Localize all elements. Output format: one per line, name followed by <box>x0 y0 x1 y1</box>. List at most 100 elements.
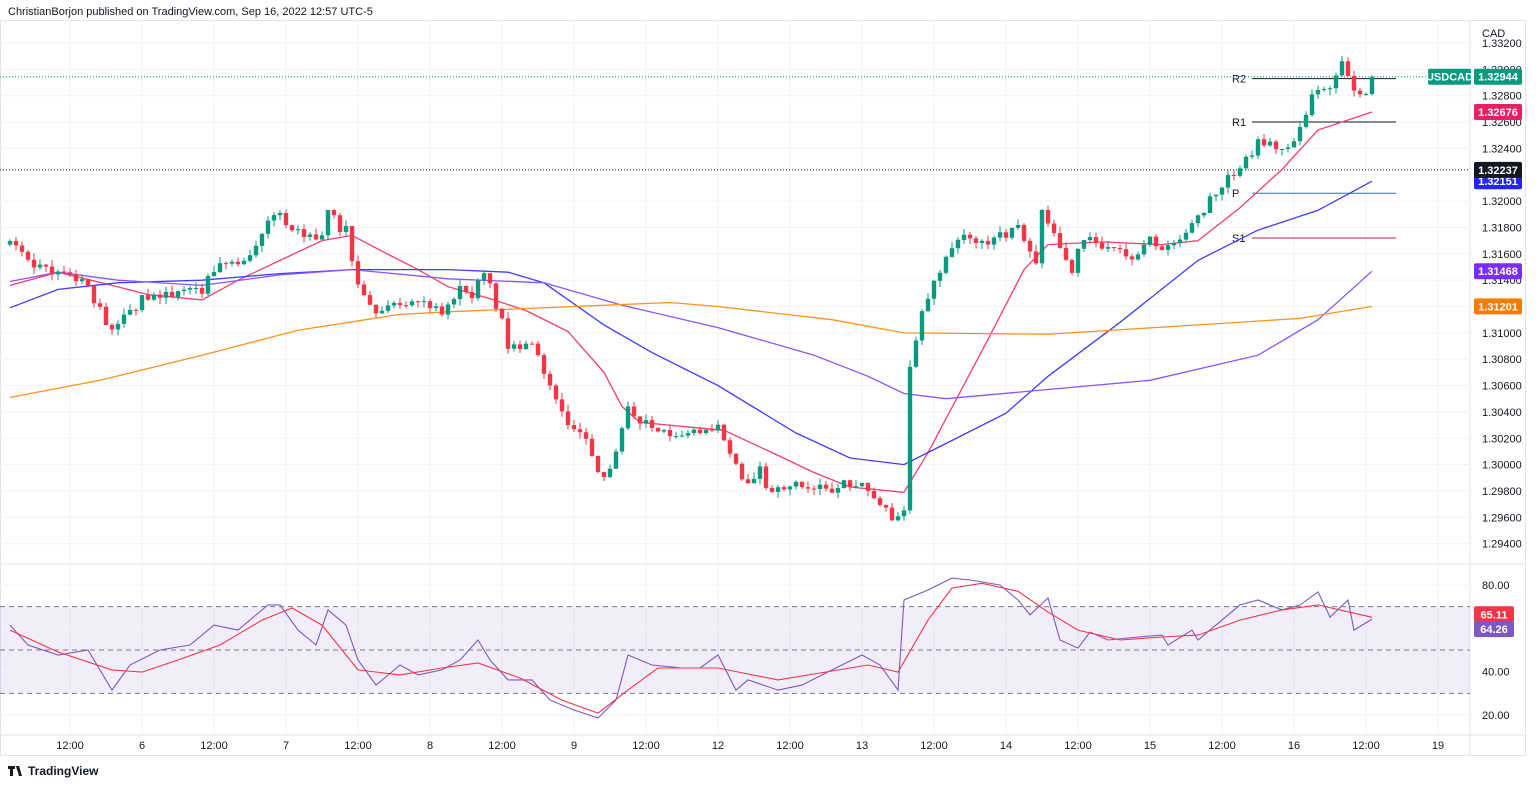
candle-body <box>1027 240 1033 252</box>
candle-body <box>1279 149 1285 151</box>
candle-body <box>823 484 829 489</box>
candle-body <box>709 429 715 431</box>
candle <box>985 235 991 250</box>
candle <box>679 430 685 438</box>
candle <box>361 280 367 296</box>
candle-body <box>973 238 979 244</box>
candle <box>1303 111 1309 129</box>
time-tick-label: 15 <box>1144 740 1156 752</box>
candle-body <box>985 240 991 245</box>
candle <box>553 383 559 404</box>
candle-body <box>331 210 337 216</box>
candle-body <box>715 424 721 431</box>
candle-body <box>277 212 283 216</box>
rsi-value-tag: 64.26 <box>1480 624 1508 636</box>
candle-body <box>433 306 439 309</box>
candle <box>517 340 523 353</box>
candle-body <box>217 263 223 273</box>
candle-body <box>379 310 385 314</box>
candle <box>763 462 769 491</box>
last-price-tag: 1.32944 <box>1478 72 1519 84</box>
time-tick-label: 12:00 <box>200 740 228 752</box>
candle <box>1195 214 1201 228</box>
rsi-tick-label: 80.00 <box>1482 580 1510 592</box>
candle-body <box>1207 196 1213 213</box>
time-tick-label: 9 <box>571 740 577 752</box>
candle-body <box>1297 126 1303 142</box>
candle-body <box>685 433 691 436</box>
candle-body <box>1363 94 1369 96</box>
candle <box>349 225 355 267</box>
candle-body <box>601 472 607 477</box>
candle <box>1273 139 1279 154</box>
candle-body <box>727 440 733 454</box>
candle-body <box>553 385 559 400</box>
candle <box>727 437 733 458</box>
candle-body <box>949 248 955 257</box>
candle-body <box>55 271 61 275</box>
candle-body <box>577 429 583 433</box>
tradingview-logo[interactable]: TradingView <box>8 764 98 778</box>
candle-body <box>1087 237 1093 241</box>
candle <box>1207 192 1213 214</box>
candle <box>91 285 97 308</box>
candle <box>43 263 49 273</box>
candle <box>1003 228 1009 242</box>
candle <box>613 448 619 469</box>
candle <box>769 485 775 494</box>
usdcad-chart[interactable]: 12:00 6 12:00 7 12:00 8 12:00 9 12:00 12 12:00 13 12… <box>0 0 1536 786</box>
candle-body <box>157 294 163 298</box>
candle-body <box>415 301 421 303</box>
candle-body <box>1021 225 1027 241</box>
candle <box>775 484 781 498</box>
candle <box>811 485 817 496</box>
candle <box>1099 236 1105 251</box>
candle <box>847 479 853 492</box>
candle-body <box>97 303 103 307</box>
tradingview-brand: TradingView <box>28 764 99 778</box>
candle-body <box>679 435 685 437</box>
candle-body <box>307 234 313 237</box>
candle <box>367 291 373 306</box>
candle-body <box>847 480 853 487</box>
candle <box>409 298 415 308</box>
candle <box>1081 239 1087 252</box>
candle <box>25 249 31 262</box>
candle-body <box>247 255 253 261</box>
candle <box>385 300 391 314</box>
candle-body <box>1147 236 1153 245</box>
price-tick-label: 1.31600 <box>1482 249 1522 261</box>
rsi-ma-value-tag: 65.11 <box>1481 609 1508 621</box>
candle-body <box>1243 156 1249 169</box>
candle <box>991 235 997 250</box>
candle <box>1345 57 1351 77</box>
candle <box>319 231 325 241</box>
candle-body <box>271 215 277 221</box>
price-tick-label: 1.30000 <box>1482 460 1522 472</box>
candle <box>1057 226 1063 249</box>
candle-body <box>127 309 133 315</box>
candle <box>139 294 145 313</box>
candle-body <box>613 451 619 469</box>
candle-body <box>781 487 787 490</box>
candle <box>829 482 835 493</box>
candle <box>1153 234 1159 251</box>
candle <box>859 482 865 488</box>
candle <box>571 419 577 432</box>
candle-body <box>283 212 289 226</box>
candle <box>37 259 43 270</box>
candle <box>13 236 19 251</box>
candle-body <box>397 302 403 306</box>
candle <box>97 298 103 310</box>
price-tick-label: 1.30600 <box>1482 381 1522 393</box>
candle <box>487 273 493 288</box>
candle-body <box>253 245 259 256</box>
candle <box>925 293 931 312</box>
candle-body <box>13 240 19 246</box>
candle-body <box>655 427 661 432</box>
candle-body <box>649 420 655 428</box>
candle-body <box>145 295 151 300</box>
ma-value-tag: 1.32151 <box>1478 176 1518 188</box>
candle-body <box>175 291 181 297</box>
candle <box>979 239 985 249</box>
